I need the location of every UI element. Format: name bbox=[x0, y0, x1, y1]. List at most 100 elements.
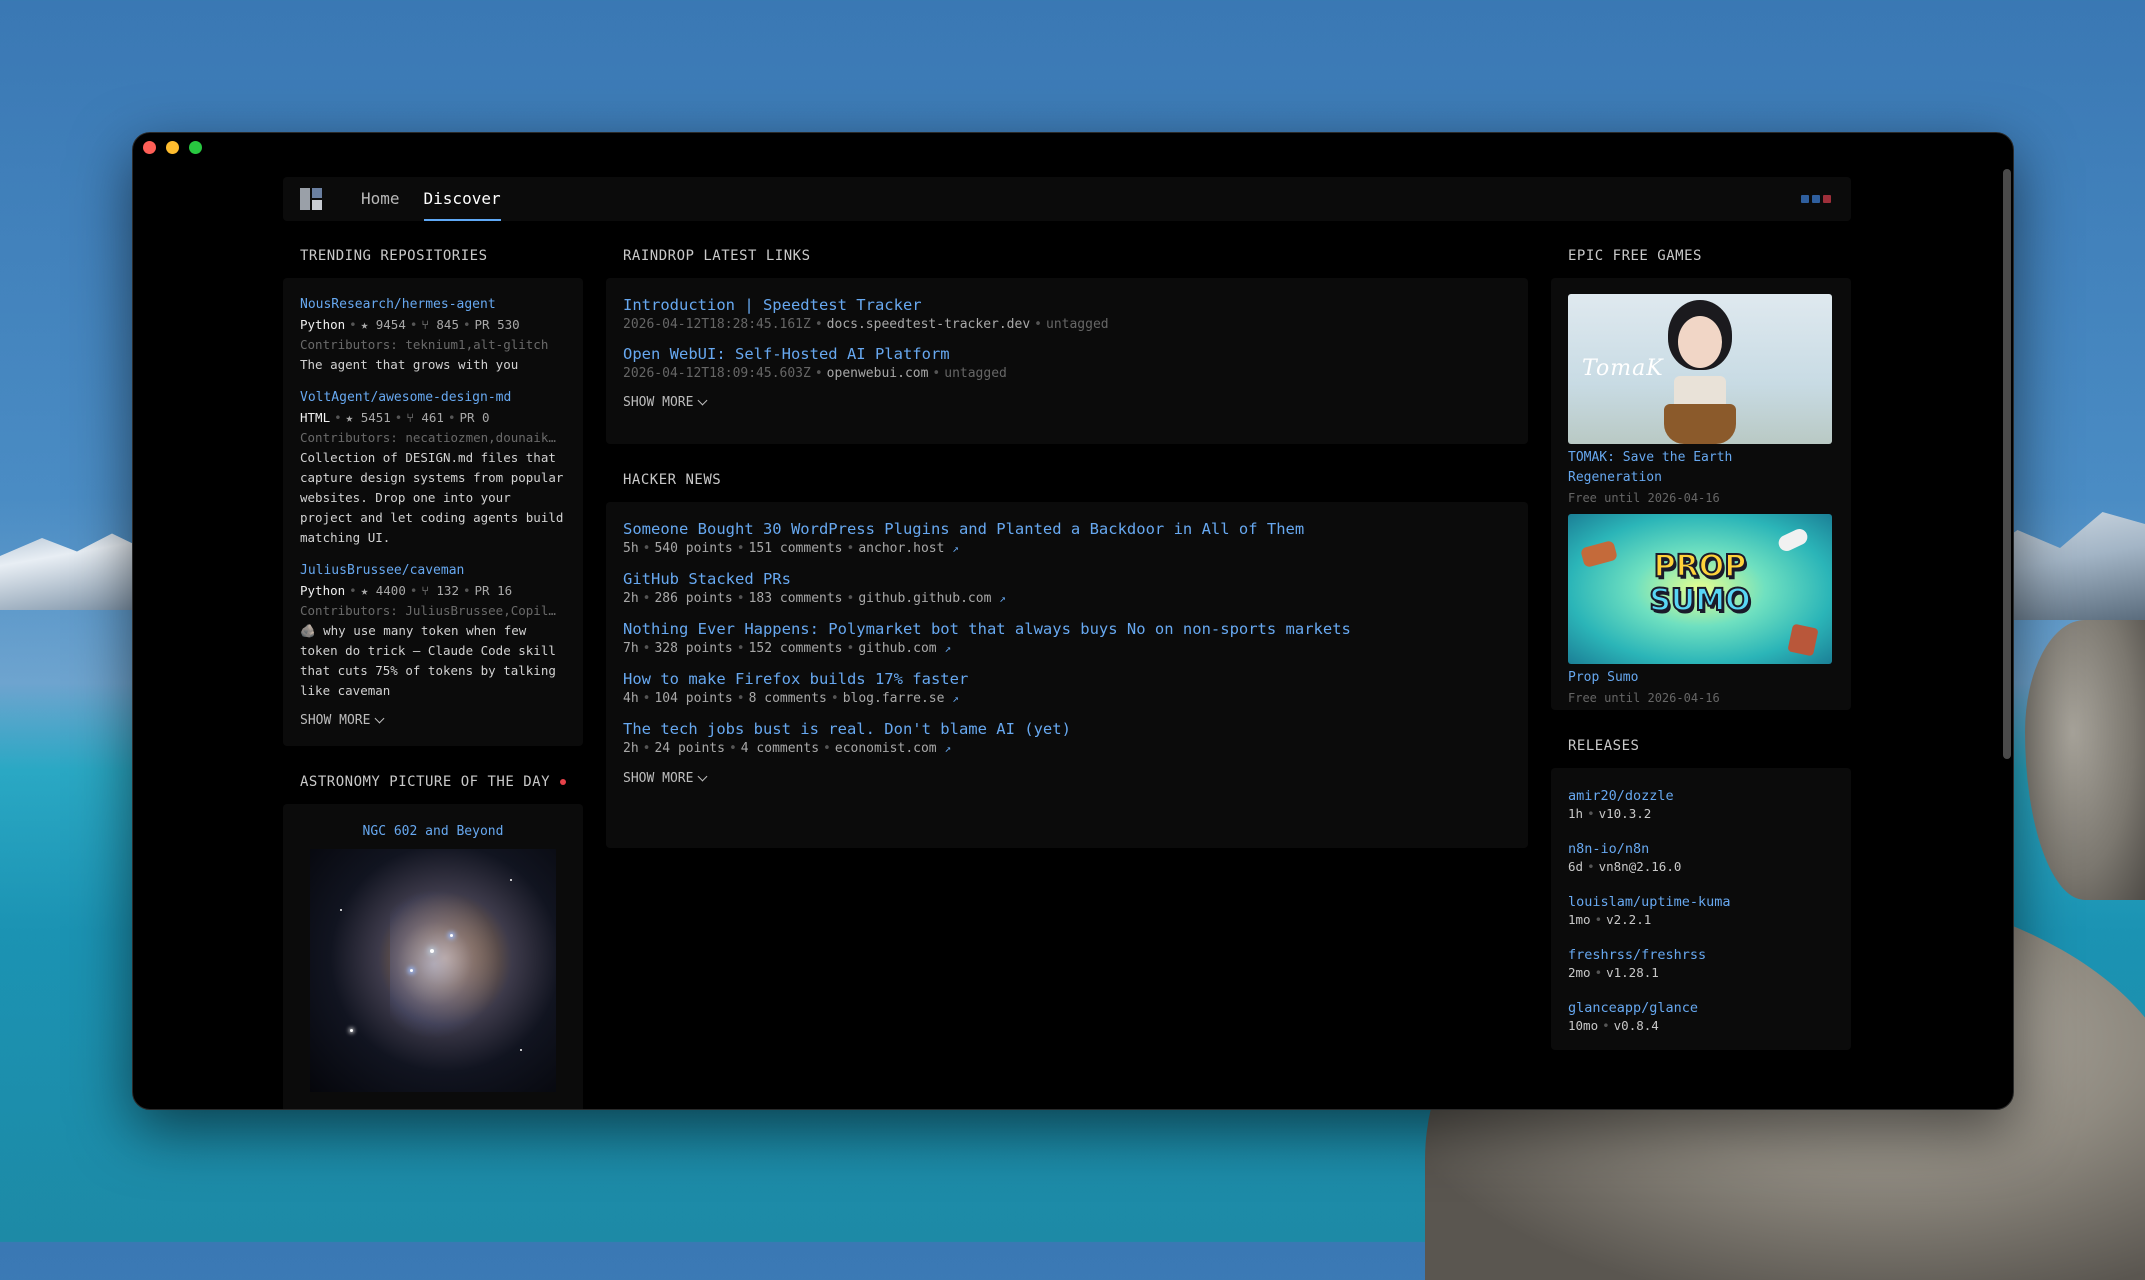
tab-discover[interactable]: Discover bbox=[423, 177, 501, 221]
hn-item-title[interactable]: How to make Firefox builds 17% faster bbox=[623, 670, 968, 688]
repo-item: VoltAgent/awesome-design-md HTML • ★ 5451 •… bbox=[300, 387, 566, 548]
release-repo-link[interactable]: glanceapp/glance bbox=[1568, 1000, 1698, 1016]
release-item: louislam/uptime-kuma 1mo • v2.2.1 bbox=[1568, 894, 1731, 927]
hn-item: How to make Firefox builds 17% faster 4h… bbox=[623, 670, 969, 706]
game-cover-image[interactable]: PROP SUMO bbox=[1568, 514, 1832, 664]
apod-image[interactable] bbox=[310, 849, 556, 1092]
repo-contributors: Contributors: JuliusBrussee,Copilot bbox=[300, 603, 560, 618]
release-version[interactable]: v0.8.4 bbox=[1614, 1018, 1659, 1033]
hn-comments-link[interactable]: 183 comments bbox=[749, 591, 843, 606]
game-free-until: Free until 2026-04-16 bbox=[1568, 491, 1720, 505]
hackernews-card: Someone Bought 30 WordPress Plugins and … bbox=[606, 502, 1528, 848]
link-domain: docs.speedtest-tracker.dev bbox=[826, 317, 1031, 332]
maximize-window-button[interactable] bbox=[189, 141, 202, 154]
link-tag: untagged bbox=[1046, 317, 1109, 332]
release-repo-link[interactable]: louislam/uptime-kuma bbox=[1568, 894, 1731, 910]
hn-item: The tech jobs bust is real. Don't blame … bbox=[623, 720, 1071, 756]
external-link-icon: ↗ bbox=[944, 642, 952, 655]
hackernews-show-more-button[interactable]: SHOW MORE bbox=[623, 771, 1511, 786]
glance-logo-icon bbox=[300, 188, 322, 210]
release-version[interactable]: v10.3.2 bbox=[1599, 806, 1652, 821]
vertical-scrollbar[interactable] bbox=[2003, 169, 2011, 759]
hn-comments-link[interactable]: 4 comments bbox=[741, 741, 819, 756]
release-item: freshrss/freshrss 2mo • v1.28.1 bbox=[1568, 947, 1707, 980]
theme-dot-icon[interactable] bbox=[1812, 195, 1820, 203]
repo-link[interactable]: NousResearch/hermes-agent bbox=[300, 297, 496, 312]
hn-domain-link[interactable]: blog.farre.se bbox=[843, 691, 945, 706]
link-tag: untagged bbox=[944, 366, 1007, 381]
hn-domain-link[interactable]: economist.com bbox=[835, 741, 937, 756]
release-item: glanceapp/glance 10mo • v0.8.4 bbox=[1568, 1000, 1699, 1033]
repo-description: The agent that grows with you bbox=[300, 357, 519, 372]
hn-domain-link[interactable]: anchor.host bbox=[858, 541, 944, 556]
game-free-until: Free until 2026-04-16 bbox=[1568, 691, 1720, 705]
game-cover-image[interactable]: TomaK bbox=[1568, 294, 1832, 444]
window-controls bbox=[143, 141, 202, 154]
hn-comments-link[interactable]: 151 comments bbox=[749, 541, 843, 556]
repo-link[interactable]: JuliusBrussee/caveman bbox=[300, 563, 464, 578]
hn-item-title[interactable]: The tech jobs bust is real. Don't blame … bbox=[623, 720, 1071, 738]
close-window-button[interactable] bbox=[143, 141, 156, 154]
rock-right-small bbox=[2025, 620, 2145, 900]
release-repo-link[interactable]: freshrss/freshrss bbox=[1568, 947, 1706, 963]
trending-show-more-button[interactable]: SHOW MORE bbox=[300, 713, 566, 728]
hn-item-title[interactable]: Someone Bought 30 WordPress Plugins and … bbox=[623, 520, 1304, 538]
release-item: amir20/dozzle 1h • v10.3.2 bbox=[1568, 788, 1674, 821]
apod-card: NGC 602 and Beyond bbox=[283, 804, 583, 1109]
hackernews-section-title: HACKER NEWS bbox=[623, 472, 722, 488]
live-indicator-icon bbox=[560, 779, 567, 785]
repo-forks: ⑂ 461 bbox=[406, 410, 444, 425]
repo-contributors: Contributors: necatiozmen,dounaikoa bbox=[300, 430, 560, 445]
repo-language: HTML bbox=[300, 410, 331, 425]
hn-item-title[interactable]: Nothing Ever Happens: Polymarket bot tha… bbox=[623, 620, 1351, 638]
link-domain: openwebui.com bbox=[826, 366, 929, 381]
tab-home[interactable]: Home bbox=[361, 177, 400, 221]
repo-prs: PR 16 bbox=[474, 583, 513, 598]
hn-comments-link[interactable]: 8 comments bbox=[749, 691, 827, 706]
game-logo-text: PROP bbox=[1653, 549, 1748, 585]
external-link-icon: ↗ bbox=[999, 592, 1006, 605]
release-version[interactable]: vn8n@2.16.0 bbox=[1599, 859, 1682, 874]
theme-dot-icon[interactable] bbox=[1801, 195, 1809, 203]
repo-stars: ★ 4400 bbox=[360, 583, 406, 598]
hn-domain-link[interactable]: github.github.com bbox=[858, 591, 991, 606]
repo-stars: ★ 5451 bbox=[345, 410, 391, 425]
chevron-down-icon bbox=[375, 713, 385, 724]
repo-language: Python bbox=[300, 317, 346, 332]
release-repo-link[interactable]: amir20/dozzle bbox=[1568, 788, 1674, 804]
release-version[interactable]: v2.2.1 bbox=[1606, 912, 1651, 927]
hn-domain-link[interactable]: github.com bbox=[858, 641, 936, 656]
external-link-icon: ↗ bbox=[944, 742, 952, 755]
middle-column: RAINDROP LATEST LINKS Introduction | Spe… bbox=[606, 248, 1528, 848]
raindrop-card: Introduction | Speedtest Tracker 2026-04… bbox=[606, 278, 1528, 444]
release-repo-link[interactable]: n8n-io/n8n bbox=[1568, 841, 1649, 857]
hn-comments-link[interactable]: 152 comments bbox=[749, 641, 843, 656]
theme-switcher[interactable] bbox=[1801, 195, 1831, 203]
repo-link[interactable]: VoltAgent/awesome-design-md bbox=[300, 390, 511, 405]
repo-prs: PR 0 bbox=[459, 410, 490, 425]
raindrop-show-more-button[interactable]: SHOW MORE bbox=[623, 395, 1511, 410]
link-title[interactable]: Introduction | Speedtest Tracker bbox=[623, 296, 922, 314]
game-logo-text: SUMO bbox=[1648, 583, 1751, 619]
epic-section-title: EPIC FREE GAMES bbox=[1568, 248, 1702, 264]
apod-header: ASTRONOMY PICTURE OF THE DAY bbox=[283, 774, 583, 790]
minimize-window-button[interactable] bbox=[166, 141, 179, 154]
left-column: TRENDING REPOSITORIES NousResearch/herme… bbox=[283, 248, 583, 1109]
repo-forks: ⑂ 132 bbox=[421, 583, 459, 598]
theme-dot-icon[interactable] bbox=[1823, 195, 1831, 203]
trending-card: NousResearch/hermes-agent Python • ★ 9454 •… bbox=[283, 278, 583, 746]
game-title-link[interactable]: Prop Sumo bbox=[1568, 668, 1834, 688]
chevron-down-icon bbox=[698, 395, 708, 406]
apod-image-title[interactable]: NGC 602 and Beyond bbox=[363, 824, 504, 839]
repo-description: 🪨 why use many token when few token do t… bbox=[300, 623, 556, 698]
link-title[interactable]: Open WebUI: Self-Hosted AI Platform bbox=[623, 345, 950, 363]
apod-section-title: ASTRONOMY PICTURE OF THE DAY bbox=[300, 774, 551, 790]
hn-item-title[interactable]: GitHub Stacked PRs bbox=[623, 570, 791, 588]
repo-item: NousResearch/hermes-agent Python • ★ 9454 •… bbox=[300, 294, 566, 375]
game-title-link[interactable]: TOMAK: Save the Earth Regeneration bbox=[1568, 448, 1834, 488]
chevron-down-icon bbox=[698, 771, 708, 782]
browser-window: Home Discover TRENDING REPOSITORIES Nous… bbox=[132, 132, 2014, 1110]
link-date: 2026-04-12T18:09:45.603Z bbox=[623, 366, 811, 381]
top-navigation-bar: Home Discover bbox=[283, 177, 1851, 221]
release-version[interactable]: v1.28.1 bbox=[1606, 965, 1659, 980]
